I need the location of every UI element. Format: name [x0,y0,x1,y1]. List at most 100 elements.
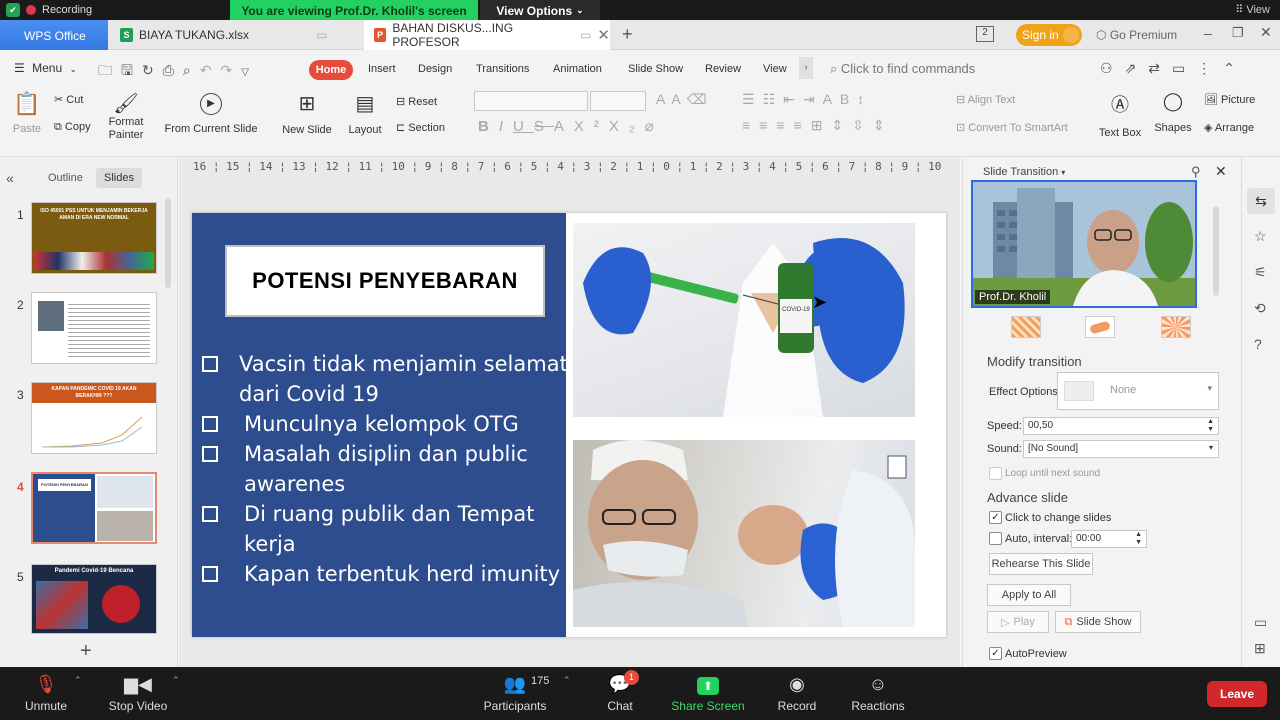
text-style-icon[interactable]: AB [823,91,858,107]
comment-icon[interactable]: ▭ [1172,60,1197,76]
audio-options-icon[interactable]: ⌃ [74,675,82,686]
vaccine-photo[interactable]: COVID-19 [573,223,915,417]
more-icon[interactable]: ⋮ [1197,60,1223,76]
grid-view-icon[interactable]: ⊞ [1254,640,1266,657]
command-search[interactable]: ⌕ Click to find commands [830,61,975,77]
close-pane-icon[interactable]: ✕ [1215,163,1227,180]
tab-animation[interactable]: Animation [553,63,602,75]
transition-thumb-2[interactable] [1085,316,1115,338]
collapse-panel-icon[interactable]: « [6,170,14,186]
current-slide[interactable]: POTENSI PENYEBARAN Vacsin tidak menjamin… [192,213,946,637]
restore-icon[interactable]: ❐ [1232,25,1244,41]
transition-pane-icon[interactable]: ⇆ [1247,188,1275,214]
pin-icon[interactable]: ⚲ [1191,164,1201,180]
tab-bahan-diskusi[interactable]: P BAHAN DISKUS...ING PROFESOR ▭ ✕ [364,20,610,50]
tab-design[interactable]: Design [418,63,452,75]
pane-title[interactable]: Slide Transition ▾ [983,166,1065,178]
close-window-icon[interactable]: ✕ [1260,24,1272,41]
print-icon[interactable]: ⎙ [163,62,183,78]
line-spacing-icon[interactable]: ↕ [857,91,872,107]
play-button[interactable]: ▷ Play [987,611,1049,633]
spacing-icon[interactable]: ⇕ [873,117,894,133]
subscript-icon[interactable]: X₂ [609,118,645,135]
italic-icon[interactable]: I [499,118,513,135]
tab-insert[interactable]: Insert [368,63,396,75]
collapse-ribbon-icon[interactable]: ⌃ [1223,60,1247,76]
from-current-slide-button[interactable]: ▶ From Current Slide [160,91,262,135]
shapes-button[interactable]: ◯ Shapes [1150,91,1196,134]
increase-indent-icon[interactable]: ⇥ [803,91,823,107]
collaborate-icon[interactable]: ⚇ [1100,60,1125,76]
pane-scrollbar[interactable] [1213,206,1219,296]
transition-thumb-1[interactable] [1011,316,1041,338]
stepper-icon[interactable]: ▲ ▼ [1207,418,1214,434]
open-folder-icon[interactable]: 🗀 [98,62,121,78]
bold-icon[interactable]: B [478,118,499,135]
video-options-icon[interactable]: ⌃ [172,675,180,686]
format-painter-button[interactable]: 🖌 Format Painter [104,91,148,142]
undo-icon[interactable]: ↶ [200,62,221,78]
justify-icon[interactable]: ≡ [794,117,811,133]
tab-transitions[interactable]: Transitions [476,63,529,75]
screen-icon[interactable]: ▭ [1254,614,1267,631]
paragraph-spacing-icon[interactable]: ⇕ [831,117,852,133]
align-center-icon[interactable]: ≡ [759,117,776,133]
slide-thumb-3[interactable]: KAPAN PANDEMIC COVID 19 AKAN BERAKHIR ??… [31,382,157,454]
section-button[interactable]: ⊏ Section [396,121,445,134]
animation-star-icon[interactable]: ☆ [1254,228,1267,245]
more-tabs-arrow-icon[interactable]: › [799,57,813,79]
superscript-icon[interactable]: X² [574,118,609,135]
auto-interval-input[interactable]: 00:00 ▲ ▼ [1071,530,1147,548]
reset-button[interactable]: ⊟ Reset [396,95,437,108]
eraser-icon[interactable]: ⌫ [687,91,713,107]
font-color-icon[interactable]: A [554,118,574,135]
copy-button[interactable]: ⧉ Copy [54,121,91,134]
grow-font-icon[interactable]: A [656,91,671,107]
save-icon[interactable]: 🖫 [121,62,142,78]
tab-slides[interactable]: Slides [96,168,142,188]
history-icon[interactable]: ⟲ [1254,300,1266,317]
leave-button[interactable]: Leave [1207,681,1267,707]
zoom-view-button[interactable]: ⠿ View [1235,3,1270,16]
column-icon[interactable]: ⇳ [852,117,873,133]
autopreview-checkbox[interactable]: ✓ [989,647,1002,660]
panel-scrollbar[interactable] [165,198,171,288]
share-screen-button[interactable]: ⬆ Share Screen [670,667,746,720]
elderly-vaccination-photo[interactable] [573,440,915,627]
loop-checkbox[interactable] [989,467,1002,480]
tab-outline[interactable]: Outline [48,172,83,184]
go-premium-button[interactable]: ⬡ Go Premium [1096,28,1177,42]
new-tab-plus-icon[interactable]: + [622,24,633,45]
align-text-button[interactable]: ⊟ Align Text [956,93,1015,106]
participants-options-icon[interactable]: ⌃ [563,675,571,686]
security-shield-icon[interactable]: ✔ [6,3,20,17]
tab-home[interactable]: Home [309,60,353,80]
underline-icon[interactable]: U [513,118,534,135]
share-icon[interactable]: ⇗ [1125,60,1149,76]
compare-icon[interactable]: ⇄ [1148,60,1172,76]
add-slide-plus-icon[interactable]: + [80,640,92,663]
speed-input[interactable]: 00,50 ▲ ▼ [1023,417,1219,435]
decrease-indent-icon[interactable]: ⇤ [783,91,803,107]
arrange-button[interactable]: ◈ Arrange [1204,121,1254,134]
tab-review[interactable]: Review [705,63,741,75]
settings-sliders-icon[interactable]: ⚟ [1254,264,1267,281]
new-slide-button[interactable]: ⊞ New Slide [278,91,336,136]
stop-video-button[interactable]: ▆◀ Stop Video [104,667,172,720]
bullets-icon[interactable]: ☰ [742,91,763,107]
unmute-button[interactable]: 🎙 Unmute [22,667,70,720]
click-to-change-checkbox[interactable]: ✓ [989,511,1002,524]
align-right-icon[interactable]: ≡ [776,117,793,133]
rehearse-button[interactable]: Rehearse This Slide [989,553,1093,575]
picture-button[interactable]: 🖼 Picture [1204,93,1255,106]
tab-view[interactable]: View [763,63,787,75]
transition-thumb-3[interactable] [1161,316,1191,338]
distribute-icon[interactable]: ⊞ [811,117,832,133]
record-button[interactable]: ◉ Record [772,667,822,720]
text-box-button[interactable]: Ⓐ Text Box [1094,91,1146,139]
slide-thumb-2[interactable] [31,292,157,364]
redo-icon[interactable]: ↷ [220,62,241,78]
participant-video[interactable]: Prof.Dr. Kholil [971,180,1197,308]
print-preview-icon[interactable]: ⌕ [183,62,200,78]
font-family-select[interactable] [474,91,588,111]
